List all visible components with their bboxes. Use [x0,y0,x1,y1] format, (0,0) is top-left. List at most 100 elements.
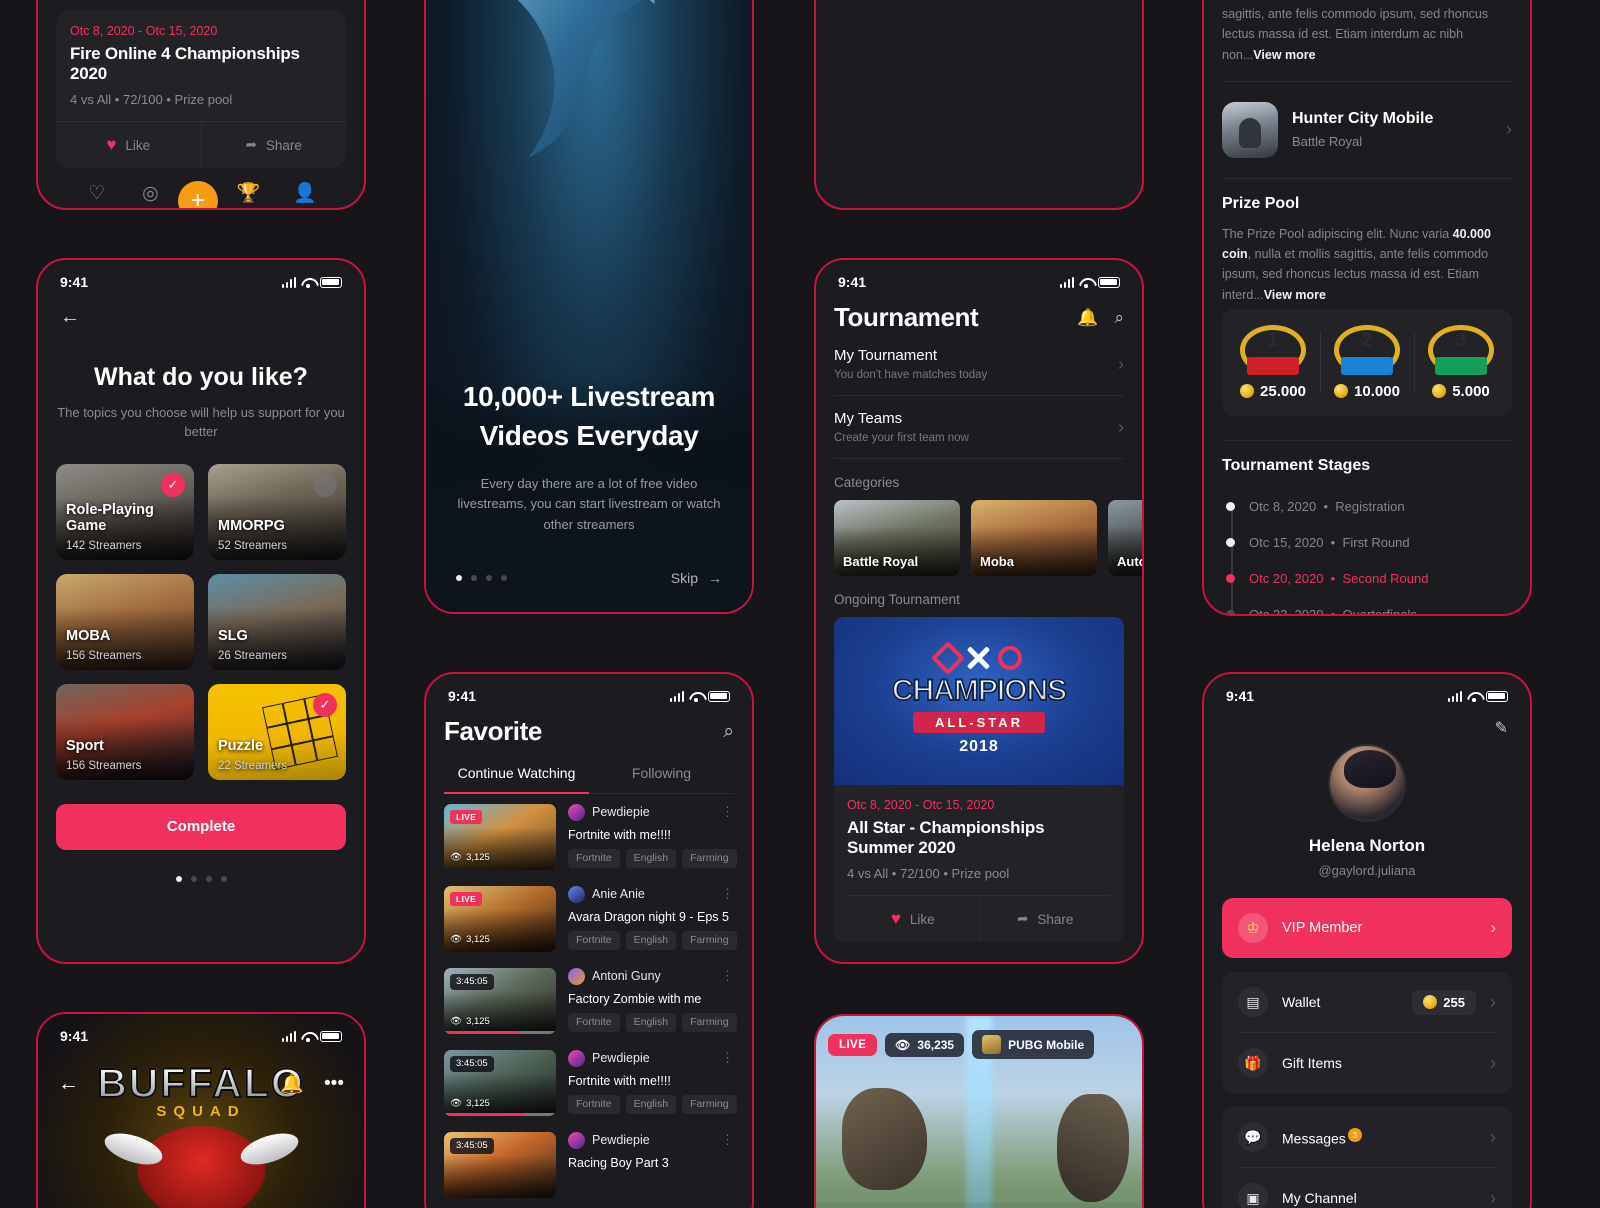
menu-item-wallet[interactable]: ▤ Wallet 255 › [1238,972,1496,1032]
like-button[interactable]: ♥ Like [847,896,979,942]
onboarding-copy: 10,000+ Livestream Videos Everyday Every… [426,377,752,612]
signal-icon [281,1030,296,1042]
category-moba[interactable]: Moba [971,500,1097,576]
coin-icon [1423,994,1438,1009]
back-button[interactable]: ← [56,296,346,329]
back-button[interactable]: ← [58,1072,79,1096]
interest-card-puzzle[interactable]: ✓ Puzzle 22 Streamers [208,683,346,780]
coin-icon [1240,383,1255,398]
chevron-right-icon: › [1118,416,1124,437]
status-badge: 3 [1347,1127,1362,1142]
more-icon[interactable]: ⋮ [721,1133,734,1146]
stage-item: Otc 8, 2020 • Registration [1226,489,1512,525]
search-icon[interactable]: ⌕ [1114,308,1124,328]
interest-card-slg[interactable]: SLG 26 Streamers [208,573,346,670]
more-icon[interactable]: ⋮ [721,887,734,900]
avatar[interactable] [1328,744,1406,822]
interest-card-sport[interactable]: Sport 156 Streamers [56,683,194,780]
list-item[interactable]: 3:45:05 👁 3,125 Antoni Guny ⋮ Factory Zom… [444,958,737,1040]
add-button[interactable]: + [177,181,218,208]
pencil-icon[interactable]: ✎ [1495,718,1508,738]
tag-chip[interactable]: English [625,1094,677,1114]
list-item[interactable]: 3:45:05 Pewdiepie ⋮ Racing Boy Part 3 [444,1122,734,1204]
coin-icon [1334,383,1349,398]
tag-chip[interactable]: Fortnite [568,930,620,950]
plus-icon[interactable]: + [177,181,218,208]
tournament-card[interactable]: Otc 8, 2020 - Otc 15, 2020 Fire Online 4… [56,10,346,168]
menu-item-my-channel[interactable]: ▣ My Channel › [1238,1167,1496,1208]
tag-chip[interactable]: English [625,930,677,950]
category-battle-royal[interactable]: Battle Royal [834,500,960,576]
tag-chip[interactable]: Farming [682,930,737,950]
tag-chip[interactable]: Farming [682,1012,737,1032]
tag-chip[interactable]: Fortnite [568,848,620,868]
team-hero: 9:41 ← 🔔 ••• BUFFALO SQUAD [38,1014,364,1208]
tab-following[interactable]: Following [589,765,734,793]
share-button[interactable]: ➦ Share [978,896,1112,942]
more-icon[interactable]: ⋮ [721,805,734,818]
complete-button[interactable]: Complete [56,803,346,850]
menu-label: My Channel [1282,1190,1357,1206]
more-icon[interactable]: ⋮ [721,969,734,982]
chevron-right-icon: › [1490,918,1496,937]
battery-icon [1098,276,1120,288]
tag-chip[interactable]: English [625,848,677,868]
tag-chip[interactable]: English [625,1012,677,1032]
ongoing-tournament-card[interactable]: CHAMPIONS ALL-STAR 2018 Otc 8, 2020 - Ot… [834,617,1124,942]
interest-card-role-playing-game[interactable]: ✓ Role-Playing Game 142 Streamers [56,463,194,560]
arrow-right-icon: → [708,570,722,586]
tag-chip[interactable]: Farming [682,1094,737,1114]
skip-button[interactable]: Skip → [671,570,722,586]
bell-icon[interactable]: 🔔 [280,1072,304,1096]
status-icons [281,276,342,288]
battery-icon [1486,690,1508,702]
phone-favorite: 9:41 Favorite ⌕ Continue Watching Follow… [424,672,754,1208]
tab-continue-watching[interactable]: Continue Watching [444,765,589,794]
phone-profile: 9:41 ✎ Helena Norton @gaylord.juliana ♔ … [1202,672,1532,1208]
sidebar-item-profiles[interactable]: 👤 Profiles [278,184,332,208]
more-icon[interactable]: ••• [324,1073,344,1095]
tag-chip[interactable]: Fortnite [568,1012,620,1032]
row-title: My Tournament [834,347,938,364]
livestream-video[interactable]: LIVE 👁 36,235 PUBG Mobile [816,1016,1142,1208]
interest-streamers: 142 Streamers [66,539,142,552]
row-my-teams[interactable]: My Teams Create your first team now › [834,396,1124,459]
view-more-link[interactable]: View more [1264,288,1326,302]
interest-streamers: 156 Streamers [66,649,142,662]
row-subtitle: You don't have matches today [834,369,988,381]
like-button[interactable]: ♥ Like [56,122,201,168]
sidebar-item-favorite[interactable]: ♡ Favorite [70,184,124,208]
row-my-tournament[interactable]: My Tournament You don't have matches tod… [834,333,1124,396]
menu-item-messages[interactable]: 💬 Messages 3 › [1238,1107,1496,1167]
menu-item-gift-items[interactable]: 🎁 Gift Items › [1238,1032,1496,1093]
viewer-count: 👁 3,125 [450,1097,490,1109]
interest-card-moba[interactable]: MOBA 156 Streamers [56,573,194,670]
tournament-stages: Otc 8, 2020 • Registration Otc 15, 2020 … [1222,489,1512,614]
game-pill[interactable]: PUBG Mobile [972,1030,1095,1059]
vip-member-button[interactable]: ♔ VIP Member › [1222,898,1512,958]
category-auto-chess[interactable]: Auto Chess [1108,500,1142,576]
category-label: Moba [980,554,1014,569]
interest-streamers: 52 Streamers [218,539,288,552]
status-bar: 9:41 [426,674,752,710]
list-item[interactable]: LIVE 👁 3,125 Anie Anie ⋮ Avara Dragon nig… [444,876,737,958]
game-genre: Battle Royal [1292,134,1363,150]
bell-icon[interactable]: 🔔 [1077,308,1098,328]
list-item[interactable]: LIVE 👁 3,125 Pewdiepie ⋮ Fortnite with me… [444,794,737,876]
stage-dot-icon [1226,502,1235,512]
prize-amount: 5.000 [1414,383,1508,400]
game-row[interactable]: Hunter City Mobile Battle Royal › [1222,98,1512,162]
window-icon: ▣ [1238,1183,1268,1208]
progress-bar [444,1112,556,1116]
list-item[interactable]: 3:45:05 👁 3,125 Pewdiepie ⋮ Fortnite with… [444,1040,737,1122]
tag-chip[interactable]: Farming [682,848,737,868]
interest-card-mmorpg[interactable]: ✓ MMORPG 52 Streamers [208,463,346,560]
tournament-date-range: Otc 8, 2020 - Otc 15, 2020 [70,24,218,38]
share-button[interactable]: ➦ Share [200,122,347,168]
sidebar-item-discover[interactable]: ◎ Discover [124,184,178,208]
more-icon[interactable]: ⋮ [721,1051,734,1064]
tag-chip[interactable]: Fortnite [568,1094,620,1114]
view-more-link[interactable]: View more [1253,48,1315,62]
sidebar-item-tournament[interactable]: 🏆 Tournament [218,184,278,208]
search-icon[interactable]: ⌕ [723,721,734,743]
